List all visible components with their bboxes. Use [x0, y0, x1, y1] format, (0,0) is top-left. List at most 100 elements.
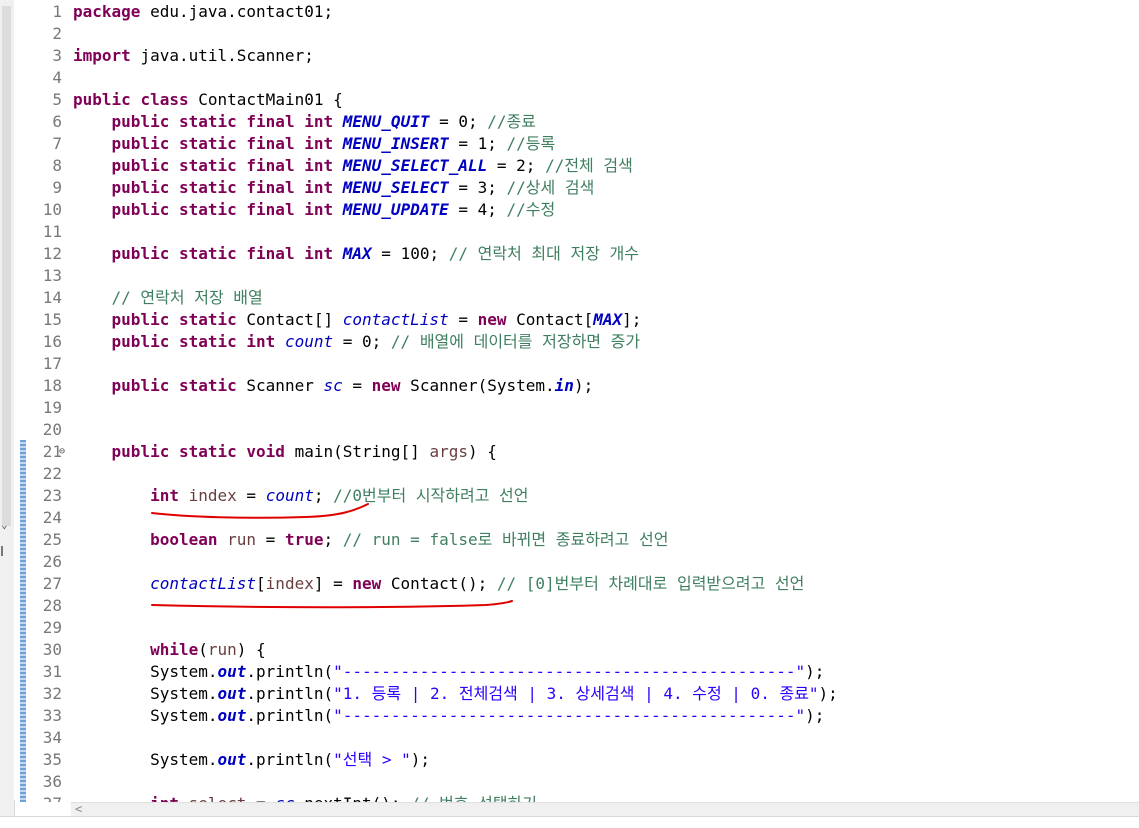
- code-line[interactable]: 11: [26, 221, 73, 243]
- code-token: int: [304, 200, 334, 219]
- code-line[interactable]: 16 public static int count = 0; // 배열에 데…: [26, 331, 640, 353]
- code-token: static: [178, 134, 237, 153]
- code-token: int: [304, 112, 334, 131]
- code-token: ContactMain01 {: [198, 90, 343, 109]
- code-line[interactable]: 36: [26, 771, 73, 793]
- code-editor[interactable]: 1 package edu.java.contact01; 2 3 import jav…: [26, 0, 1139, 802]
- code-line[interactable]: 27 contactList[index] = new Contact(); /…: [26, 573, 805, 595]
- code-line[interactable]: 33 System.out.println("-----------------…: [26, 705, 825, 727]
- code-line[interactable]: 6 public static final int MENU_QUIT = 0;…: [26, 111, 536, 133]
- code-line[interactable]: 35 System.out.println("선택 > ");: [26, 749, 430, 771]
- code-line[interactable]: 15 public static Contact[] contactList =…: [26, 309, 642, 331]
- code-line[interactable]: 10 public static final int MENU_UPDATE =…: [26, 199, 556, 221]
- code-line[interactable]: 21 public static void main(String[] args…: [26, 441, 497, 463]
- code-token: run: [207, 640, 237, 659]
- code-line[interactable]: 17: [26, 353, 73, 375]
- code-token: ] =: [313, 574, 353, 593]
- code-line[interactable]: 31 System.out.println("-----------------…: [26, 661, 825, 683]
- code-token: //상세 검색: [506, 178, 595, 197]
- line-number: 29: [42, 618, 62, 637]
- line-number: 30: [42, 640, 62, 659]
- code-token: public: [111, 112, 170, 131]
- code-token: final: [246, 134, 295, 153]
- code-token: =: [236, 486, 266, 505]
- code-line[interactable]: 2: [26, 23, 73, 45]
- code-line[interactable]: 34: [26, 727, 73, 749]
- code-line[interactable]: 1 package edu.java.contact01;: [26, 1, 333, 23]
- line-number: 16: [42, 332, 62, 351]
- code-line[interactable]: 29: [26, 617, 73, 639]
- code-token: static: [178, 156, 237, 175]
- code-line[interactable]: 22: [26, 463, 73, 485]
- code-token: static: [178, 442, 237, 461]
- code-token: int: [304, 244, 334, 263]
- code-token: index: [265, 574, 314, 593]
- code-token: static: [178, 376, 237, 395]
- bottom-status-strip: [0, 816, 1139, 828]
- code-token: out: [217, 684, 247, 703]
- left-panel-scroll-thumb[interactable]: [2, 6, 11, 526]
- code-token: [: [256, 574, 266, 593]
- code-line[interactable]: 20: [26, 419, 73, 441]
- code-line[interactable]: 18 public static Scanner sc = new Scanne…: [26, 375, 593, 397]
- code-token: MAX: [342, 244, 372, 263]
- code-token: MENU_SELECT: [342, 178, 449, 197]
- code-line[interactable]: 3 import java.util.Scanner;: [26, 45, 313, 67]
- scroll-left-arrow-icon[interactable]: <: [75, 802, 82, 816]
- code-token: //전체 검색: [545, 156, 633, 175]
- code-line[interactable]: 13: [26, 265, 73, 287]
- code-line[interactable]: 24: [26, 507, 73, 529]
- code-token: MENU_INSERT: [342, 134, 449, 153]
- collapse-fold-icon[interactable]: ⊖: [59, 441, 65, 463]
- code-line[interactable]: 25 boolean run = true; // run = false로 바…: [26, 529, 669, 551]
- code-line[interactable]: 30 while(run) {: [26, 639, 266, 661]
- code-line[interactable]: 37 int select = sc.nextInt(); // 번호 선택하기: [26, 793, 537, 802]
- code-token: Contact();: [381, 574, 497, 593]
- code-token: Scanner: [246, 376, 324, 395]
- handwritten-underline-2: [151, 600, 513, 609]
- code-line[interactable]: 4: [26, 67, 73, 89]
- code-token: = 100;: [371, 244, 449, 263]
- code-token: = 4;: [448, 200, 507, 219]
- line-number: 15: [42, 310, 62, 329]
- code-token: .println(: [246, 684, 334, 703]
- line-number: 23: [42, 486, 62, 505]
- code-token: while: [150, 640, 199, 659]
- line-number: 7: [52, 134, 62, 153]
- horizontal-scrollbar[interactable]: <: [71, 802, 1139, 817]
- code-line[interactable]: 14 // 연락처 저장 배열: [26, 287, 263, 309]
- line-number: 22: [42, 464, 62, 483]
- code-token: );: [573, 376, 594, 395]
- line-number: 1: [52, 2, 62, 21]
- code-token: = 0;: [333, 332, 391, 351]
- code-token: int: [246, 332, 276, 351]
- code-line[interactable]: 23 int index = count; //0번부터 시작하려고 선언: [26, 485, 529, 507]
- code-token: );: [805, 706, 825, 725]
- code-token: out: [217, 706, 247, 725]
- code-line[interactable]: 28: [26, 595, 73, 617]
- code-token: int: [304, 134, 334, 153]
- code-line[interactable]: 9 public static final int MENU_SELECT = …: [26, 177, 594, 199]
- code-line[interactable]: 8 public static final int MENU_SELECT_AL…: [26, 155, 633, 177]
- chevron-down-icon[interactable]: ⌄: [1, 518, 8, 531]
- line-number: 14: [42, 288, 62, 307]
- code-token: // 번호 선택하기: [410, 794, 537, 802]
- code-line[interactable]: 12 public static final int MAX = 100; //…: [26, 243, 639, 265]
- code-line[interactable]: 19: [26, 397, 73, 419]
- code-line[interactable]: 5 public class ContactMain01 {: [26, 89, 343, 111]
- code-line[interactable]: 32 System.out.println("1. 등록 | 2. 전체검색 |…: [26, 683, 838, 705]
- code-token: public: [111, 332, 170, 351]
- code-token: // [0]번부터 차례대로 입력받으려고 선언: [496, 574, 805, 593]
- line-number: 3: [52, 46, 62, 65]
- code-token: .println(: [246, 706, 334, 725]
- code-line[interactable]: 7 public static final int MENU_INSERT = …: [26, 133, 555, 155]
- code-token: public: [111, 156, 170, 175]
- code-line[interactable]: 26: [26, 551, 73, 573]
